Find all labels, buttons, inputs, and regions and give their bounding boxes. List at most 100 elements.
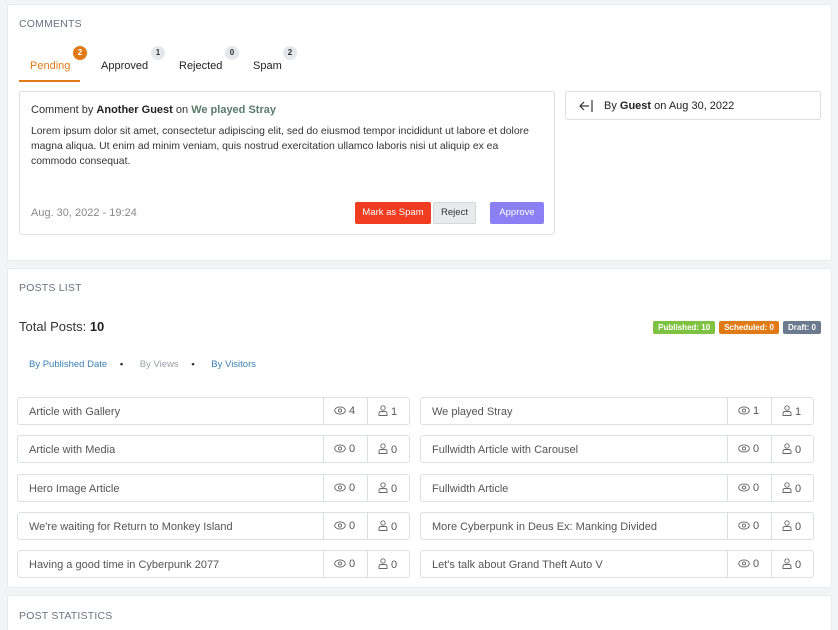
post-title[interactable]: We're waiting for Return to Monkey Islan… xyxy=(29,521,233,533)
total-posts: Total Posts: 10 xyxy=(19,319,104,334)
post-visitors: 1 xyxy=(367,398,409,424)
eye-icon xyxy=(738,406,750,415)
total-posts-label: Total Posts: xyxy=(19,319,90,334)
post-row[interactable]: Hero Image Article 0 0 xyxy=(17,474,410,502)
post-row[interactable]: Fullwidth Article with Carousel 0 0 xyxy=(420,435,814,463)
eye-icon xyxy=(334,483,346,492)
visitors-count: 0 xyxy=(391,483,398,495)
author-date: on Aug 30, 2022 xyxy=(651,100,735,112)
views-count: 0 xyxy=(349,558,356,570)
post-views: 0 xyxy=(323,513,368,539)
by-label: By xyxy=(604,100,620,112)
post-statistics-title: POST STATISTICS xyxy=(19,610,113,622)
post-title[interactable]: Fullwidth Article with Carousel xyxy=(432,444,578,456)
post-visitors: 0 xyxy=(367,551,409,577)
user-icon xyxy=(782,482,792,493)
sort-by-views[interactable]: By Views xyxy=(140,359,179,370)
tab-spam[interactable]: Spam xyxy=(253,60,282,72)
reject-button[interactable]: Reject xyxy=(433,202,476,224)
views-count: 4 xyxy=(349,405,356,417)
post-row[interactable]: Fullwidth Article 0 0 xyxy=(420,474,814,502)
post-views: 1 xyxy=(727,398,772,424)
total-posts-value: 10 xyxy=(89,319,105,334)
comment-header: Comment by Another Guest on We played St… xyxy=(31,104,276,116)
sort-by-visitors[interactable]: By Visitors xyxy=(211,359,256,370)
post-visitors: 1 xyxy=(771,398,813,424)
post-row[interactable]: Having a good time in Cyberpunk 2077 0 0 xyxy=(17,550,410,578)
eye-icon xyxy=(738,444,750,453)
post-row[interactable]: We played Stray 1 1 xyxy=(420,397,814,425)
post-views: 0 xyxy=(323,475,368,501)
post-visitors: 0 xyxy=(367,436,409,462)
eye-icon xyxy=(334,406,346,415)
visitors-count: 1 xyxy=(391,406,398,418)
tab-pending[interactable]: Pending xyxy=(30,60,70,72)
post-title[interactable]: Let's talk about Grand Theft Auto V xyxy=(432,559,603,571)
views-count: 0 xyxy=(753,558,760,570)
post-title[interactable]: Article with Media xyxy=(29,444,115,456)
post-title[interactable]: More Cyberpunk in Deus Ex: Manking Divid… xyxy=(432,521,657,533)
post-row[interactable]: We're waiting for Return to Monkey Islan… xyxy=(17,512,410,540)
tab-label: Pending xyxy=(30,60,71,72)
comment-card: Comment by Another Guest on We played St… xyxy=(19,91,555,235)
approved-count-badge: 1 xyxy=(151,46,165,60)
eye-icon xyxy=(738,483,750,492)
author-name: Guest xyxy=(619,100,652,112)
pending-count-badge: 2 xyxy=(73,46,87,60)
published-badge: Published: 10 xyxy=(653,321,716,334)
comment-tabs: Pending 2 Approved 1 Rejected 0 Spam 2 xyxy=(19,46,319,85)
tab-approved[interactable]: Approved xyxy=(101,60,148,72)
eye-icon xyxy=(334,444,346,453)
scheduled-badge: Scheduled: 0 xyxy=(719,321,779,334)
tab-label: Spam xyxy=(253,60,282,72)
visitors-count: 0 xyxy=(795,483,802,495)
post-title[interactable]: Having a good time in Cyberpunk 2077 xyxy=(29,559,219,571)
eye-icon xyxy=(334,559,346,568)
comment-by-label: Comment by xyxy=(31,104,97,116)
posts-list-panel: POSTS LIST Total Posts: 10 Published: 10… xyxy=(7,268,832,588)
views-count: 0 xyxy=(349,482,356,494)
draft-badge: Draft: 0 xyxy=(782,321,821,334)
comment-post-link[interactable]: We played Stray xyxy=(191,104,276,116)
post-views: 4 xyxy=(323,398,368,424)
approve-button[interactable]: Approve xyxy=(490,202,544,224)
user-icon xyxy=(378,520,388,531)
post-visitors: 0 xyxy=(367,475,409,501)
views-count: 0 xyxy=(753,520,760,532)
eye-icon xyxy=(738,521,750,530)
author-info: By Guest on Aug 30, 2022 xyxy=(604,100,734,112)
user-icon xyxy=(378,482,388,493)
comment-body: Lorem ipsum dolor sit amet, consectetur … xyxy=(31,126,529,167)
post-row[interactable]: Article with Media 0 0 xyxy=(17,435,410,463)
views-count: 1 xyxy=(753,405,760,417)
visitors-count: 0 xyxy=(795,521,802,533)
post-views: 0 xyxy=(323,436,368,462)
post-row[interactable]: Article with Gallery 4 1 xyxy=(17,397,410,425)
user-icon xyxy=(378,443,388,454)
views-count: 0 xyxy=(349,443,356,455)
visitors-count: 0 xyxy=(795,444,802,456)
sort-options: By Published Date • By Views • By Visito… xyxy=(29,359,266,370)
post-title[interactable]: Article with Gallery xyxy=(29,406,120,418)
tab-rejected[interactable]: Rejected xyxy=(179,60,222,72)
post-visitors: 0 xyxy=(771,475,813,501)
post-row[interactable]: More Cyberpunk in Deus Ex: Manking Divid… xyxy=(420,512,814,540)
user-icon xyxy=(378,558,388,569)
comment-author-card[interactable]: By Guest on Aug 30, 2022 xyxy=(565,91,821,120)
post-visitors: 0 xyxy=(771,513,813,539)
sort-by-published-date[interactable]: By Published Date xyxy=(29,359,107,370)
comment-date: Aug. 30, 2022 - 19:24 xyxy=(31,207,137,219)
post-visitors: 0 xyxy=(771,436,813,462)
active-tab-indicator xyxy=(19,80,80,82)
visitors-count: 1 xyxy=(795,406,802,418)
mark-as-spam-button[interactable]: Mark as Spam xyxy=(355,202,431,224)
post-title[interactable]: Fullwidth Article xyxy=(432,483,508,495)
user-icon xyxy=(782,405,792,416)
views-count: 0 xyxy=(753,443,760,455)
post-title[interactable]: We played Stray xyxy=(432,406,513,418)
post-title[interactable]: Hero Image Article xyxy=(29,483,119,495)
post-row[interactable]: Let's talk about Grand Theft Auto V 0 0 xyxy=(420,550,814,578)
separator-dot: • xyxy=(119,359,124,370)
views-count: 0 xyxy=(349,520,356,532)
arrow-left-to-bar-icon[interactable] xyxy=(578,99,594,113)
